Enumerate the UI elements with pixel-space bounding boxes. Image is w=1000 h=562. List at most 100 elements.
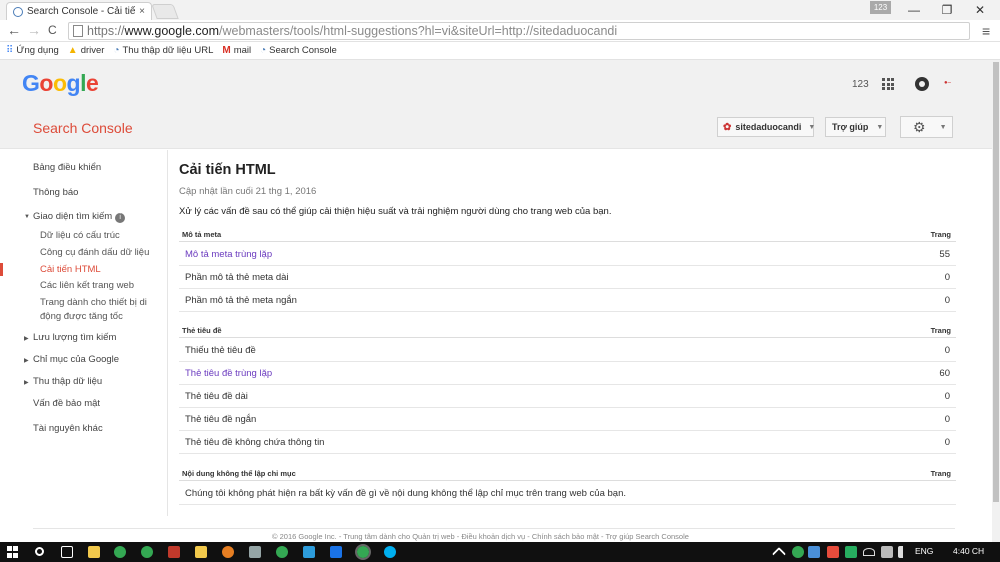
tray-app-icon[interactable] bbox=[808, 546, 820, 558]
google-logo[interactable]: Google bbox=[22, 70, 99, 97]
chrome-icon[interactable] bbox=[114, 546, 126, 558]
table-row: Thẻ tiêu đề dài 0 bbox=[179, 385, 956, 408]
sidebar-item-sitelinks[interactable]: Các liên kết trang web bbox=[40, 280, 134, 291]
profile-badge[interactable]: 123 bbox=[870, 1, 891, 14]
battery-icon[interactable] bbox=[881, 546, 893, 558]
table-row: Phần mô tả thẻ meta dài 0 bbox=[179, 266, 956, 289]
help-button[interactable]: Trợ giúp ▼ bbox=[825, 117, 886, 137]
chrome-active-icon[interactable] bbox=[355, 544, 371, 560]
sidebar-item-search-traffic[interactable]: Lưu lượng tìm kiếm bbox=[33, 332, 116, 343]
sidebar-item-amp[interactable]: Trang dành cho thiết bị di bbox=[40, 297, 147, 308]
notepad-icon[interactable] bbox=[249, 546, 261, 558]
table-row[interactable]: Mô tả meta trùng lặp 55 bbox=[179, 243, 956, 266]
minimize-icon[interactable]: — bbox=[904, 3, 924, 17]
row-value: 0 bbox=[944, 272, 950, 283]
browser-menu-icon[interactable]: ≡ bbox=[982, 23, 990, 39]
sidebar-item-crawl[interactable]: Thu thập dữ liệu bbox=[33, 376, 102, 387]
chrome-icon[interactable] bbox=[276, 546, 288, 558]
sidebar-item-messages[interactable]: Thông báo bbox=[33, 187, 78, 198]
site-icon: ✿ bbox=[723, 121, 732, 133]
sidebar-item-other-resources[interactable]: Tài nguyên khác bbox=[33, 423, 103, 434]
search-console-icon: ◔ bbox=[260, 45, 267, 56]
row-label: Thẻ tiêu đề ngắn bbox=[185, 414, 257, 425]
app-icon[interactable] bbox=[330, 546, 342, 558]
sidebar-item-html-improvements[interactable]: Cải tiến HTML bbox=[40, 264, 101, 275]
footer-links[interactable]: © 2016 Google Inc. - Trung tâm dành cho … bbox=[272, 532, 689, 541]
windows-start-icon[interactable] bbox=[7, 546, 19, 558]
address-bar[interactable]: https:// www.google.com /webmasters/tool… bbox=[68, 22, 970, 40]
settings-button[interactable]: ⚙ ▼ bbox=[900, 116, 953, 138]
search-icon[interactable] bbox=[35, 547, 44, 556]
new-tab-button[interactable] bbox=[151, 4, 179, 19]
expanded-arrow-icon: ▼ bbox=[24, 214, 30, 220]
close-icon[interactable]: ✕ bbox=[970, 3, 990, 17]
tray-shield-icon[interactable] bbox=[845, 546, 857, 558]
sidebar-item-structured-data[interactable]: Dữ liệu có cấu trúc bbox=[40, 230, 120, 241]
chrome-icon[interactable] bbox=[141, 546, 153, 558]
bookmark-apps[interactable]: ⠿ Ứng dụng bbox=[6, 45, 59, 56]
table-row: Thẻ tiêu đề ngắn 0 bbox=[179, 408, 956, 431]
info-icon[interactable]: i bbox=[115, 213, 126, 223]
chevron-down-icon: ▼ bbox=[939, 123, 947, 131]
maximize-icon[interactable]: ❐ bbox=[937, 3, 957, 17]
bookmark-label: driver bbox=[80, 45, 105, 56]
app-icon[interactable] bbox=[303, 546, 315, 558]
bookmark-mail[interactable]: M mail bbox=[222, 45, 251, 56]
bookmark-label: Thu thập dữ liệu URL bbox=[122, 45, 214, 56]
tab-title: Search Console - Cải tiến bbox=[27, 6, 136, 17]
volume-icon[interactable] bbox=[898, 546, 906, 558]
skype-icon[interactable] bbox=[384, 546, 396, 558]
account-avatar[interactable]: ●– bbox=[944, 80, 951, 86]
forward-icon[interactable]: → bbox=[27, 22, 41, 38]
search-console-brand[interactable]: Search Console bbox=[33, 120, 133, 136]
row-label: Thẻ tiêu đề dài bbox=[185, 391, 248, 402]
row-value: 60 bbox=[939, 368, 950, 379]
language-indicator[interactable]: ENG bbox=[915, 546, 933, 556]
tab-close-icon[interactable]: × bbox=[139, 6, 145, 17]
reload-icon[interactable]: C bbox=[48, 23, 57, 37]
apps-grid-icon[interactable] bbox=[882, 78, 894, 90]
sidebar-item-dashboard[interactable]: Bảng điều khiển bbox=[33, 162, 101, 173]
browser-tabstrip: Search Console - Cải tiến × 123 — ❐ ✕ bbox=[0, 0, 1000, 20]
scrollbar-thumb[interactable] bbox=[993, 62, 999, 502]
sidebar-item-search-appearance[interactable]: Giao diện tìm kiếm i bbox=[33, 211, 126, 223]
folder-icon[interactable] bbox=[195, 546, 207, 558]
table-row[interactable]: Thẻ tiêu đề trùng lặp 60 bbox=[179, 362, 956, 385]
sidebar-item-amp-line2[interactable]: động được tăng tốc bbox=[40, 311, 123, 322]
tray-chrome-icon[interactable] bbox=[792, 546, 804, 558]
page-scrollbar[interactable] bbox=[992, 60, 1000, 542]
section-header-title-tags: Thẻ tiêu đề Trang bbox=[179, 324, 956, 338]
tray-v-icon[interactable] bbox=[827, 546, 839, 558]
chevron-down-icon: ▼ bbox=[876, 123, 884, 131]
sidebar-item-data-highlighter[interactable]: Công cụ đánh dấu dữ liệu bbox=[40, 247, 149, 258]
chevron-up-icon[interactable] bbox=[771, 546, 787, 562]
task-view-icon[interactable] bbox=[61, 546, 73, 558]
intro-text: Xử lý các vấn đề sau có thể giúp cải thi… bbox=[179, 206, 612, 217]
table-row: Chúng tôi không phát hiện ra bất kỳ vấn … bbox=[179, 482, 956, 505]
bookmark-crawl-url[interactable]: ◔ Thu thập dữ liệu URL bbox=[113, 45, 213, 56]
row-link[interactable]: Mô tả meta trùng lặp bbox=[185, 249, 272, 260]
bookmark-driver[interactable]: ▲ driver bbox=[68, 45, 105, 56]
table-row: Thiếu thẻ tiêu đề 0 bbox=[179, 339, 956, 362]
chevron-down-icon: ▼ bbox=[808, 123, 816, 131]
browser-tab[interactable]: Search Console - Cải tiến × bbox=[6, 2, 152, 20]
sidebar-item-google-index[interactable]: Chỉ mục của Google bbox=[33, 354, 119, 365]
logo-letter: o bbox=[52, 70, 67, 96]
logo-letter: o bbox=[39, 70, 53, 96]
last-updated: Cập nhật lần cuối 21 thg 1, 2016 bbox=[179, 186, 317, 197]
clock[interactable]: 4:40 CH bbox=[953, 546, 984, 556]
filezilla-icon[interactable] bbox=[168, 546, 180, 558]
back-icon[interactable]: ← bbox=[7, 22, 21, 38]
sidebar: Bảng điều khiển Thông báo ▼ Giao diện tì… bbox=[0, 150, 168, 516]
site-selector[interactable]: ✿ sitedaduocandi ▼ bbox=[717, 117, 816, 137]
bookmark-search-console[interactable]: ◔ Search Console bbox=[260, 45, 337, 56]
section-header-meta-description: Mô tả meta Trang bbox=[179, 228, 956, 242]
logo-letter: g bbox=[66, 70, 81, 96]
file-explorer-icon[interactable] bbox=[88, 546, 100, 558]
search-console-icon bbox=[13, 6, 23, 17]
sidebar-item-security[interactable]: Vấn đề bảo mật bbox=[33, 398, 100, 409]
notifications-icon[interactable] bbox=[915, 77, 929, 91]
wifi-icon[interactable] bbox=[863, 548, 875, 556]
firefox-icon[interactable] bbox=[222, 546, 234, 558]
row-link[interactable]: Thẻ tiêu đề trùng lặp bbox=[185, 368, 272, 379]
